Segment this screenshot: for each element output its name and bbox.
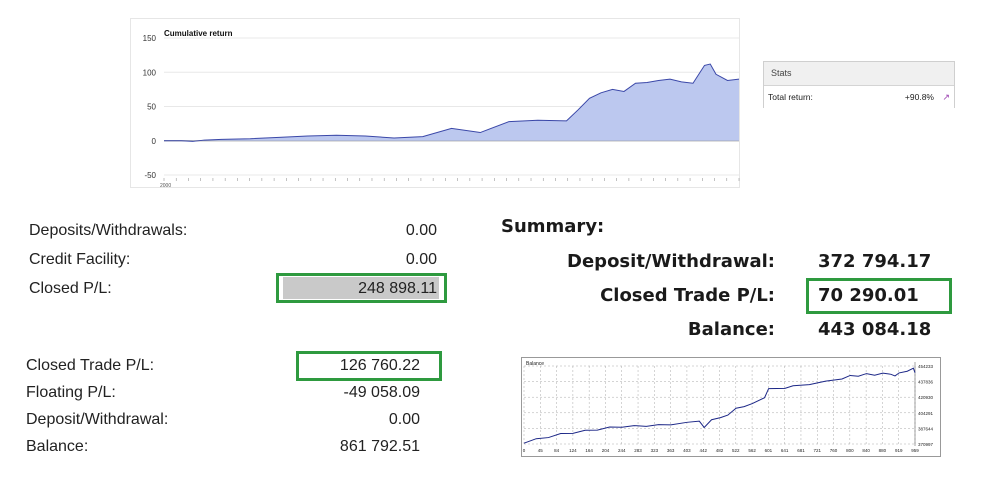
y-tick-label: 437836 — [918, 380, 934, 385]
stats-panel: Stats Total return: +90.8% ↗ — [763, 61, 955, 108]
y-tick-label: 150 — [143, 34, 157, 43]
x-tick-label: 482 — [716, 448, 724, 453]
x-tick-label: 760 — [830, 448, 838, 453]
summary-closed-highlight-box — [806, 278, 952, 314]
closed-trade-pl-highlight-box — [296, 351, 442, 381]
x-tick-label: 283 — [634, 448, 642, 453]
total-return-label: Total return: — [768, 92, 813, 102]
x-tick-label: 403 — [683, 448, 691, 453]
credit-facility-value: 0.00 — [405, 251, 437, 268]
deposits-withdrawals-value: 0.00 — [405, 222, 437, 239]
chart-link-icon[interactable]: ↗ — [942, 86, 950, 108]
x-tick-label: 84 — [554, 448, 560, 453]
closed-pl-highlight-box — [276, 273, 447, 303]
x-tick-label: 45 — [538, 448, 544, 453]
y-tick-label: 50 — [147, 103, 156, 112]
floating-pl-value: -49 058.09 — [343, 384, 420, 401]
x-tick-label: 323 — [651, 448, 659, 453]
stats-row-total-return: Total return: +90.8% ↗ — [764, 86, 954, 108]
x-tick-label: 800 — [846, 448, 854, 453]
balance-plot: Balance 454233437836420930404291387644370… — [523, 361, 934, 453]
x-tick-label: 721 — [813, 448, 821, 453]
y-tick-label: 370997 — [918, 442, 934, 447]
x-tick-label: 0 — [523, 448, 526, 453]
closed-trade-pl-label: Closed Trade P/L: — [26, 357, 155, 374]
summary-balance-value: 443 084.18 — [818, 319, 932, 340]
cumulative-area — [164, 64, 739, 142]
x-tick-label: 641 — [781, 448, 789, 453]
x-tick-label: 959 — [911, 448, 919, 453]
x-tick-label: 681 — [797, 448, 805, 453]
cumulative-return-chart: 150 100 50 0 -50 2000 Cumulative return — [130, 18, 740, 189]
x-tick-label: 2000 — [160, 183, 171, 189]
floating-pl-label: Floating P/L: — [26, 384, 116, 401]
x-tick-label: 919 — [895, 448, 903, 453]
x-tick-label: 204 — [602, 448, 610, 453]
x-tick-label: 562 — [748, 448, 756, 453]
summary-title: Summary: — [501, 216, 605, 237]
y-tick-label: 404291 — [918, 411, 934, 416]
x-tick-label: 164 — [585, 448, 593, 453]
closed-pl-label: Closed P/L: — [29, 280, 112, 297]
y-tick-label: 100 — [143, 68, 157, 77]
balance-value: 861 792.51 — [339, 438, 420, 455]
deposits-withdrawals-label: Deposits/Withdrawals: — [29, 222, 188, 239]
x-tick-label: 363 — [667, 448, 675, 453]
x-tick-label: 244 — [618, 448, 626, 453]
x-tick-label: 840 — [862, 448, 870, 453]
x-tick-label: 124 — [569, 448, 577, 453]
y-tick-label: 420930 — [918, 395, 934, 400]
y-tick-label: 454233 — [918, 364, 934, 369]
y-tick-label: 387644 — [918, 426, 934, 431]
cumulative-return-plot: 150 100 50 0 -50 2000 — [143, 34, 740, 189]
x-tick-label: 601 — [765, 448, 773, 453]
x-tick-label: 880 — [879, 448, 887, 453]
balance-label: Balance: — [26, 438, 89, 455]
summary-deposit-label: Deposit/Withdrawal: — [567, 251, 775, 272]
summary-deposit-value: 372 794.17 — [818, 251, 932, 272]
x-tick-label: 442 — [699, 448, 707, 453]
y-tick-label: 0 — [152, 137, 157, 146]
summary-closed-label: Closed Trade P/L: — [600, 285, 775, 306]
chart-title: Cumulative return — [164, 29, 233, 38]
y-tick-label: -50 — [144, 171, 156, 180]
deposit-withdrawal-value: 0.00 — [388, 411, 420, 428]
deposit-withdrawal-label: Deposit/Withdrawal: — [26, 411, 169, 428]
total-return-value: +90.8% — [904, 92, 934, 102]
credit-facility-label: Credit Facility: — [29, 251, 131, 268]
stats-header: Stats — [764, 62, 954, 86]
balance-chart: Balance 454233 437836 420930 404291 387644 370… — [521, 357, 941, 457]
summary-balance-label: Balance: — [687, 319, 775, 340]
x-tick-label: 522 — [732, 448, 740, 453]
